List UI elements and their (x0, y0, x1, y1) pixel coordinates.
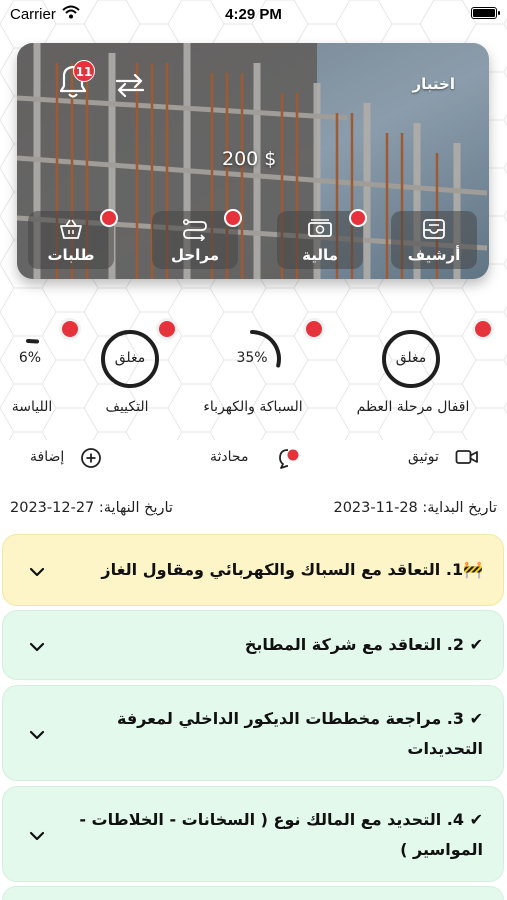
stage-plaster-progress: 6% (18, 350, 42, 366)
notification-badge: 11 (73, 60, 95, 82)
stage-ac-status: مغلق (114, 350, 146, 366)
stage-plumbing-title: السباكة والكهرباء (203, 399, 303, 415)
stage-plaster-title: اللياسة (11, 399, 53, 415)
action-bar: توثيق محادثة إضافة (0, 443, 507, 473)
stage-structure-alert-dot (475, 321, 491, 337)
chat-bubble-icon (279, 449, 299, 469)
chat-button[interactable]: محادثة (210, 443, 310, 473)
stage-card-ac[interactable]: مغلق التكييف (92, 320, 184, 426)
project-name: اختبار (412, 75, 455, 93)
chevron-down-icon[interactable] (29, 566, 45, 578)
route-icon (182, 218, 207, 241)
chevron-down-icon[interactable] (29, 729, 45, 741)
tile-stages-label: مراحل (171, 246, 219, 264)
project-hero-card: اختبار 200 $ 11 طلبات مراحل مالية أرشيف (17, 43, 489, 279)
task-item-1[interactable]: 🚧1. التعاقد مع السباك والكهربائي ومقاول … (2, 534, 504, 606)
document-button[interactable]: توثيق (408, 443, 480, 473)
archive-tray-icon (423, 219, 445, 239)
tile-archive[interactable]: أرشيف (391, 211, 477, 269)
stage-ac-title: التكييف (105, 399, 149, 415)
plus-circle-icon (81, 448, 101, 468)
tile-finance[interactable]: مالية (277, 209, 367, 269)
tile-finance-label: مالية (302, 246, 338, 264)
tile-stages[interactable]: مراحل (152, 209, 242, 269)
task-item-1-text: 🚧1. التعاقد مع السباك والكهربائي ومقاول … (101, 560, 483, 579)
project-amount: 200 $ (222, 148, 277, 170)
stage-card-structure[interactable]: مغلق اقفال مرحلة العظم (330, 320, 500, 426)
stage-card-plumbing[interactable]: 35% السباكة والكهرباء (188, 320, 328, 426)
tile-archive-label: أرشيف (407, 246, 461, 264)
sync-arrows-icon[interactable] (113, 70, 147, 100)
stage-structure-status: مغلق (395, 350, 427, 366)
cash-icon (308, 219, 332, 237)
tile-stages-alert-dot (224, 209, 242, 227)
task-item-2[interactable]: ✔ 2. التعاقد مع شركة المطابخ (2, 610, 504, 680)
tile-requests-alert-dot (100, 209, 118, 227)
task-item-3-text: ✔ 3. مراجعة مخططات الديكور الداخلي لمعرف… (116, 709, 483, 758)
stage-ac-alert-dot (159, 321, 175, 337)
task-item-4-text: ✔ 4. التحديد مع المالك نوع ( السخانات - … (79, 810, 483, 859)
chevron-down-icon[interactable] (29, 641, 45, 653)
basket-icon (60, 219, 82, 239)
tile-requests-label: طلبات (47, 246, 95, 264)
stage-card-plaster[interactable]: 6% اللياسة (0, 320, 88, 426)
chevron-down-icon[interactable] (29, 830, 45, 842)
end-date: تاريخ النهاية: 27-12-2023 (10, 500, 173, 516)
video-camera-icon (455, 450, 478, 464)
stage-structure-title: اقفال مرحلة العظم (356, 399, 470, 415)
stage-plumbing-progress: 35% (236, 350, 268, 366)
add-label: إضافة (30, 449, 65, 465)
task-item-4[interactable]: ✔ 4. التحديد مع المالك نوع ( السخانات - … (2, 786, 504, 882)
start-date: تاريخ البداية: 28-11-2023 (333, 500, 497, 516)
status-bar: Carrier 4:29 PM (0, 0, 507, 30)
battery-icon (471, 7, 500, 19)
stage-plumbing-alert-dot (306, 321, 322, 337)
task-item-2-text: ✔ 2. التعاقد مع شركة المطابخ (244, 635, 483, 654)
task-item-5-partial[interactable] (2, 886, 504, 900)
tile-requests[interactable]: طلبات (28, 209, 118, 269)
document-label: توثيق (408, 449, 439, 465)
chat-label: محادثة (210, 449, 249, 465)
tile-finance-alert-dot (349, 209, 367, 227)
stage-plaster-alert-dot (62, 321, 78, 337)
clock: 4:29 PM (225, 6, 282, 23)
add-button[interactable]: إضافة (30, 443, 105, 473)
task-item-3[interactable]: ✔ 3. مراجعة مخططات الديكور الداخلي لمعرف… (2, 685, 504, 781)
